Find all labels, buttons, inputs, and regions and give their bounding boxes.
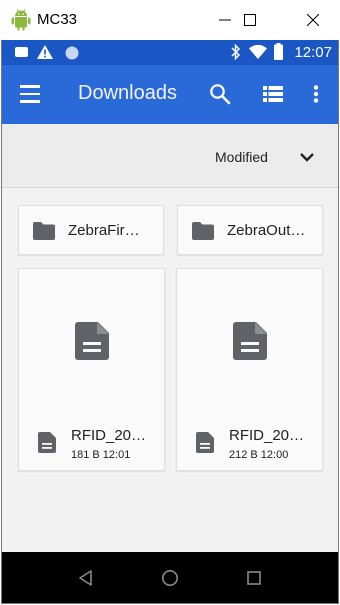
document-icon [38,432,56,453]
file-item[interactable]: RFID_20… 212 B 12:00 [176,268,323,471]
list-view-button[interactable] [260,81,286,107]
list-view-icon [263,86,283,102]
recents-icon [247,571,261,585]
sort-bar: Modified [2,124,338,188]
maximize-icon [244,14,256,26]
close-button[interactable] [290,0,336,40]
window-title: MC33 [37,11,78,28]
menu-icon[interactable] [20,85,42,103]
folder-icon [192,222,214,240]
window-titlebar: MC33 [0,0,340,40]
search-icon [210,84,231,105]
wifi-icon [249,45,267,59]
status-bar: 12:07 [2,40,338,65]
document-thumbnail-icon [233,322,267,360]
folder-item[interactable]: ZebraFir… [18,205,164,255]
folder-name: ZebraOut… [227,222,306,239]
status-time: 12:07 [294,44,332,61]
folder-name: ZebraFir… [68,222,140,239]
folder-icon [33,222,55,240]
close-icon [307,14,319,26]
file-grid: ZebraFir… ZebraOut… RFID_20… 181 B 12:01 [2,189,338,552]
back-icon [79,570,92,586]
battery-icon [274,43,283,60]
file-item[interactable]: RFID_20… 181 B 12:01 [18,268,165,471]
page-title: Downloads [78,82,177,104]
more-options-button[interactable] [303,81,329,107]
file-meta: 212 B 12:00 [229,449,289,461]
maximize-button[interactable] [227,0,273,40]
file-name: RFID_20… [71,427,147,444]
file-meta: 181 B 12:01 [71,449,131,461]
chevron-down-icon[interactable] [298,148,316,166]
recents-button[interactable] [242,566,266,590]
warning-icon [37,45,53,59]
search-button[interactable] [207,81,233,107]
file-name: RFID_20… [229,427,305,444]
circle-notification-icon [65,46,79,60]
folder-item[interactable]: ZebraOut… [177,205,323,255]
device-screen: 12:07 Downloads Modified ZebraFir… Zebra… [1,40,339,604]
home-button[interactable] [158,566,182,590]
android-icon [11,9,31,31]
home-icon [162,570,178,586]
message-notification-icon [15,47,28,57]
sort-dropdown[interactable]: Modified [215,149,268,165]
navigation-bar [2,552,338,603]
document-thumbnail-icon [75,322,109,360]
back-button[interactable] [74,566,98,590]
document-icon [196,432,214,453]
more-options-icon [313,85,319,103]
bluetooth-icon [231,44,241,60]
app-bar: Downloads [2,65,338,124]
